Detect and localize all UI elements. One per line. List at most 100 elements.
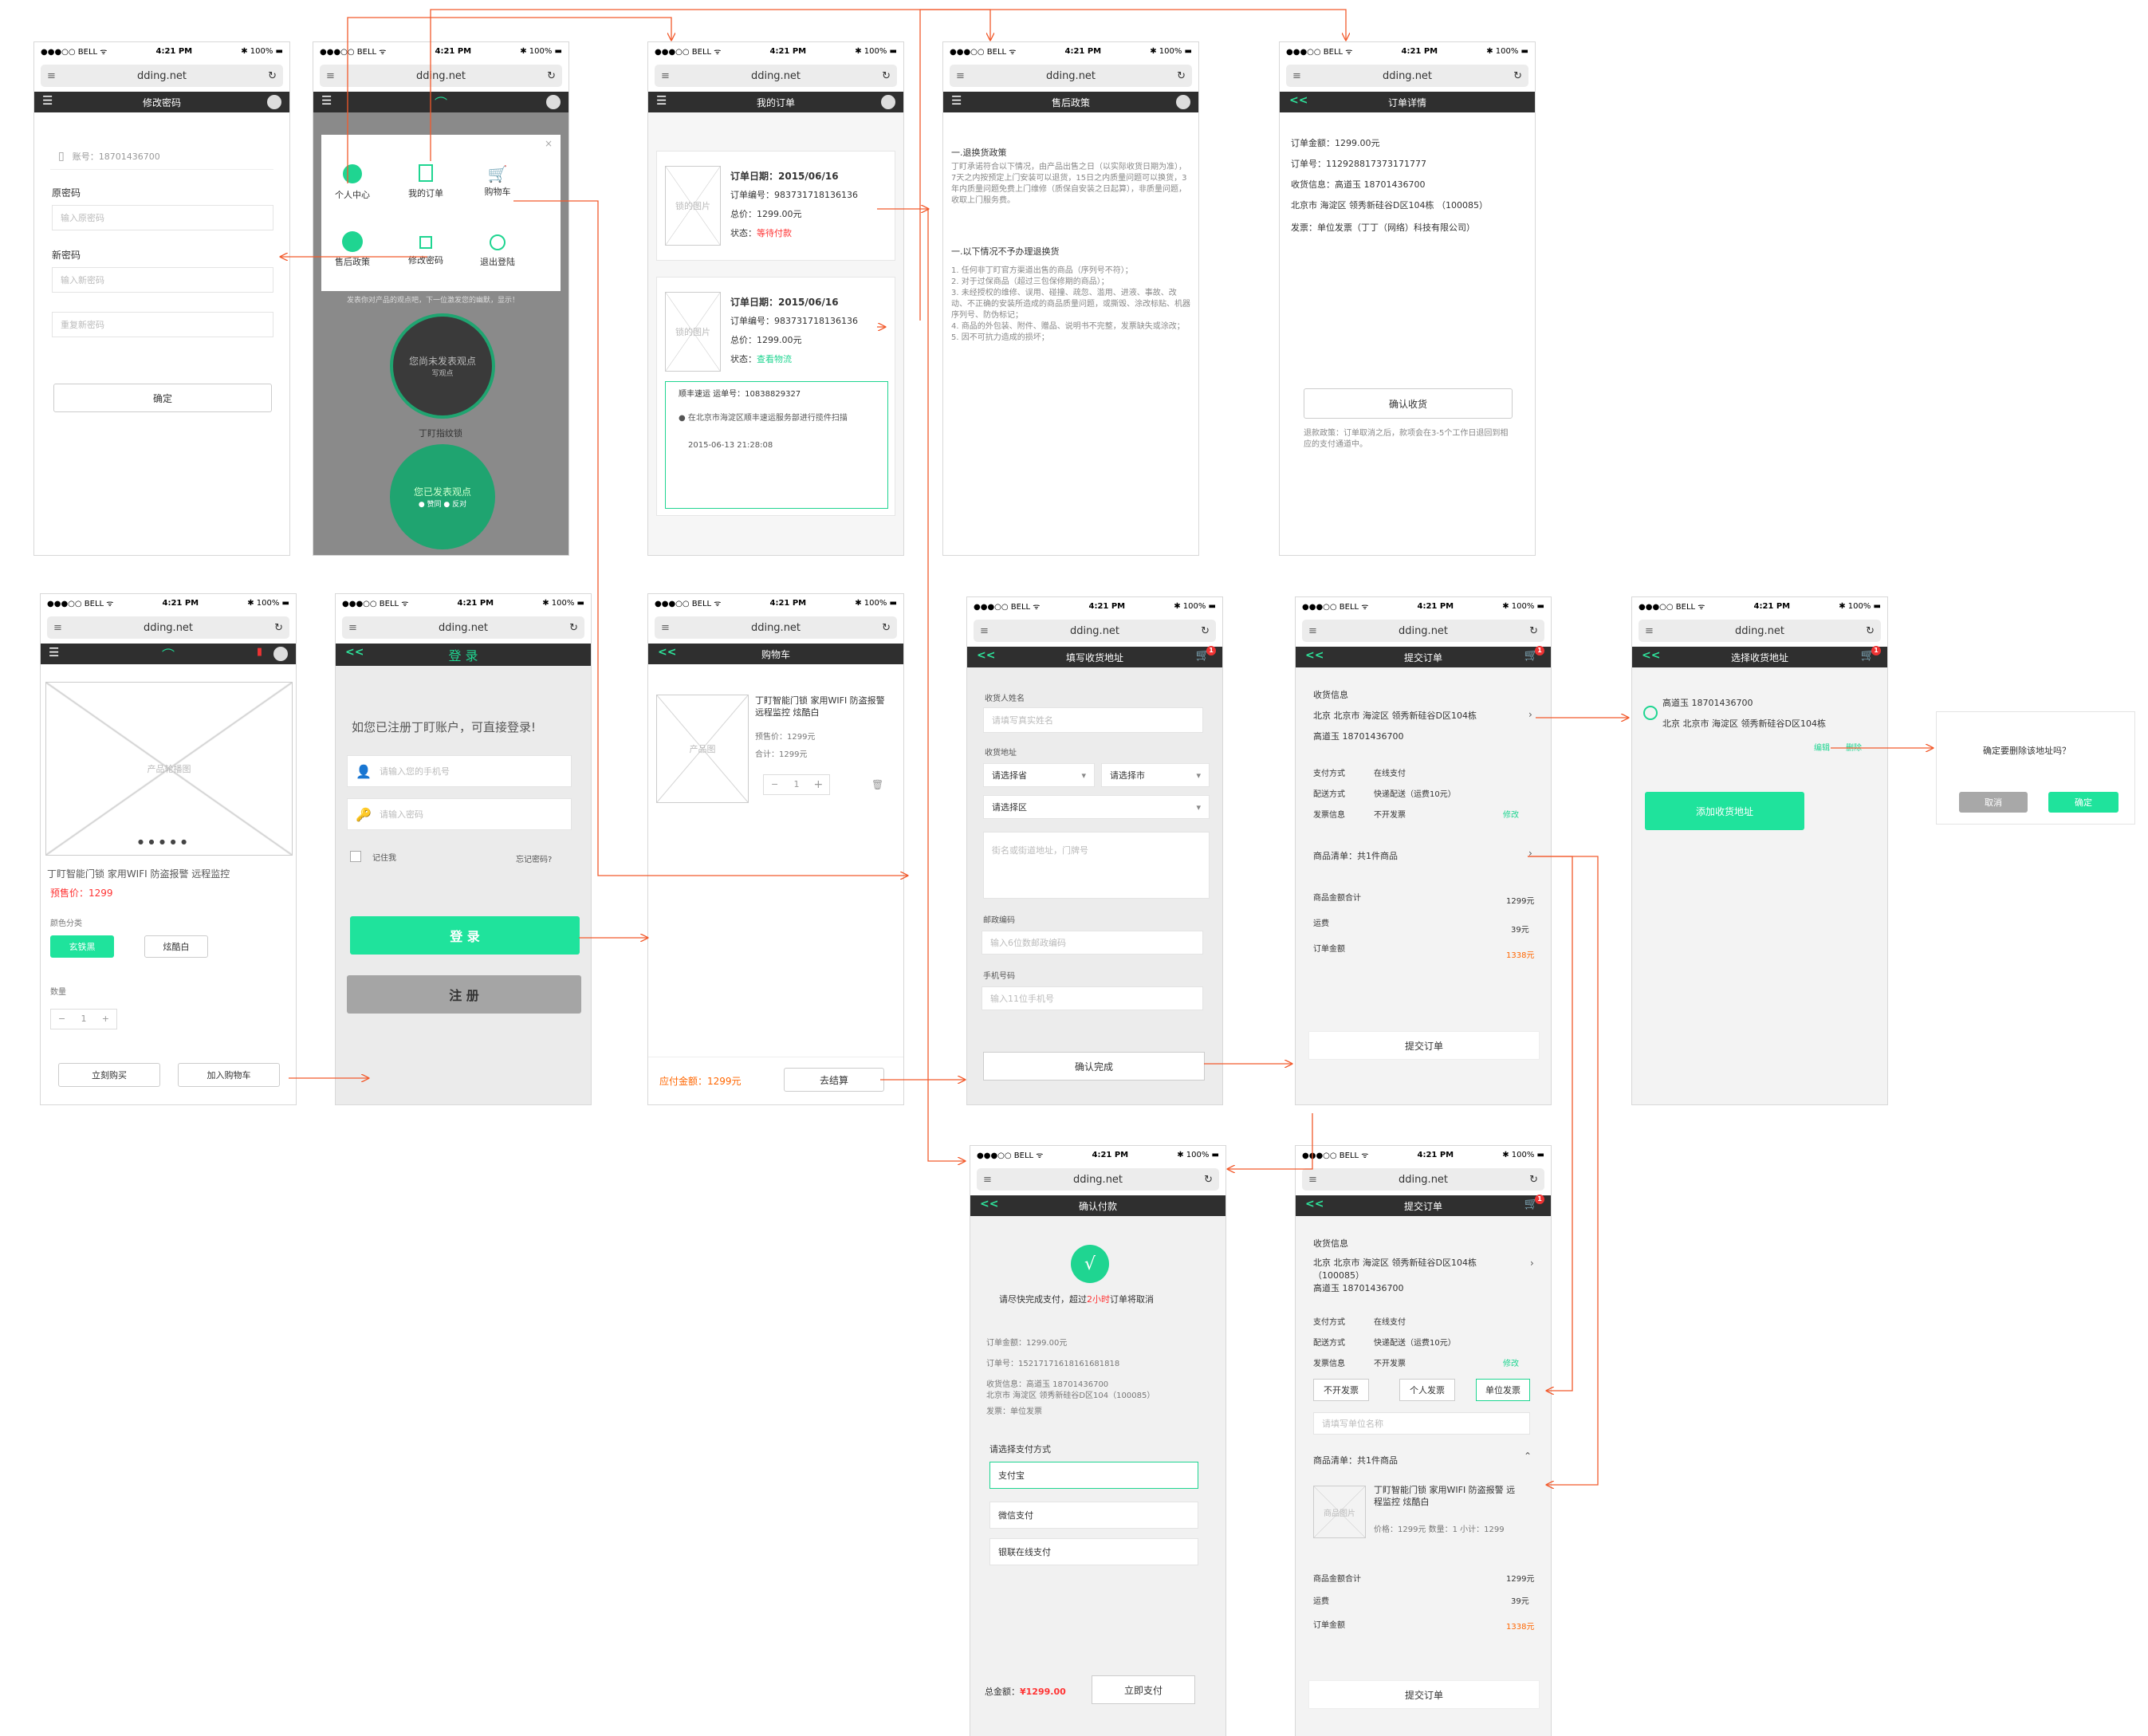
refresh-icon[interactable]: ↻	[1529, 625, 1538, 637]
refresh-icon[interactable]: ↻	[569, 622, 578, 634]
cart-icon[interactable]: 🛒 1	[1196, 646, 1216, 662]
pay-option-wechat[interactable]: 微信支付	[989, 1502, 1198, 1529]
back-icon[interactable]: <<	[1305, 1198, 1324, 1210]
add-to-cart-button[interactable]: 加入购物车	[178, 1063, 280, 1087]
refresh-icon[interactable]: ↻	[882, 622, 891, 634]
color-option-white[interactable]: 炫酷白	[144, 935, 208, 958]
zip-input[interactable]: 输入6位数邮政编码	[982, 931, 1203, 955]
back-icon[interactable]: <<	[1305, 649, 1324, 662]
carousel-dots[interactable]: ● ● ● ● ●	[138, 838, 188, 845]
back-icon[interactable]: <<	[1289, 94, 1308, 107]
trash-icon[interactable]: 🗑	[871, 779, 883, 790]
reader-icon[interactable]: ≡	[980, 625, 989, 637]
menu-icon[interactable]: ☰	[42, 93, 53, 108]
refresh-icon[interactable]: ↻	[1177, 70, 1186, 82]
reader-icon[interactable]: ≡	[326, 70, 335, 82]
back-icon[interactable]: <<	[980, 1198, 998, 1210]
pay-option-alipay[interactable]: 支付宝	[989, 1462, 1198, 1489]
receiver-address[interactable]: 北京 北京市 海淀区 领秀新硅谷D区104栋	[1313, 709, 1477, 722]
plus-button[interactable]: +	[95, 1010, 116, 1029]
close-icon[interactable]: ×	[545, 138, 553, 149]
cart-icon[interactable]: ▮	[257, 646, 262, 658]
reader-icon[interactable]: ≡	[53, 622, 62, 634]
refresh-icon[interactable]: ↻	[1513, 70, 1522, 82]
menu-icon[interactable]: ☰	[951, 93, 962, 108]
quantity-stepper[interactable]: −1 +	[50, 1009, 117, 1029]
radio-button[interactable]	[1643, 706, 1658, 720]
url-field[interactable]: ≡ dding.net ↻	[655, 65, 897, 87]
order-card-2[interactable]: 锁的图片 订单日期：2015/06/16 订单编号：98373171813613…	[656, 277, 895, 516]
order-card-1[interactable]: 锁的图片 订单日期：2015/06/16 订单编号：98373171813613…	[656, 151, 895, 261]
invoice-option-none[interactable]: 不开发票	[1313, 1379, 1369, 1401]
bubble-text[interactable]: 您尚未发表观点	[409, 354, 476, 368]
street-input[interactable]: 街名或街道地址，门牌号	[983, 832, 1210, 899]
buy-now-button[interactable]: 立刻购买	[58, 1063, 160, 1087]
track-link[interactable]: 查看物流	[757, 354, 792, 364]
menu-icon[interactable]: ☰	[656, 93, 667, 108]
add-address-button[interactable]: 添加收货地址	[1645, 792, 1804, 830]
color-option-black[interactable]: 玄铁黑	[50, 935, 114, 958]
receiver-name-input[interactable]: 请填写真实姓名	[983, 707, 1203, 733]
pay-now-button[interactable]: 立即支付	[1092, 1675, 1195, 1704]
url-field[interactable]: ≡ dding.net ↻	[974, 620, 1216, 642]
receiver-address[interactable]: 北京 北京市 海淀区 领秀新硅谷D区104栋	[1313, 1256, 1477, 1269]
confirm-button[interactable]: 确定	[53, 384, 272, 412]
url-field[interactable]: ≡ dding.net ↻	[320, 65, 562, 87]
avatar-icon[interactable]	[273, 647, 288, 661]
invoice-option-personal[interactable]: 个人发票	[1399, 1379, 1455, 1401]
carousel-image[interactable]: 产品轮播图	[45, 682, 293, 856]
chevron-right-icon[interactable]: ›	[1528, 848, 1532, 859]
menu-item-cart[interactable]: 🛒 购物车	[475, 164, 520, 198]
url-field[interactable]: ≡ dding.net ↻	[655, 616, 897, 639]
reader-icon[interactable]: ≡	[1645, 625, 1654, 637]
url-field[interactable]: ≡ dding.net ↻	[950, 65, 1192, 87]
menu-icon[interactable]: ☰	[321, 93, 332, 108]
forgot-password-link[interactable]: 忘记密码?	[516, 852, 552, 864]
reader-icon[interactable]: ≡	[983, 1174, 992, 1186]
avatar-icon[interactable]	[267, 95, 281, 109]
refresh-icon[interactable]: ↻	[547, 70, 556, 82]
refresh-icon[interactable]: ↻	[268, 70, 277, 82]
menu-item-orders[interactable]: 我的订单	[403, 164, 448, 199]
done-button[interactable]: 确认完成	[983, 1052, 1205, 1081]
phone-input[interactable]: 输入11位手机号	[982, 986, 1203, 1010]
bubble-text[interactable]: 您已发表观点	[414, 485, 471, 498]
refresh-icon[interactable]: ↻	[1201, 625, 1210, 637]
login-button[interactable]: 登 录	[350, 916, 580, 955]
plus-button[interactable]: +	[808, 775, 829, 794]
company-name-input[interactable]: 请填写单位名称	[1313, 1412, 1530, 1435]
dialog-cancel-button[interactable]: 取消	[1959, 792, 2028, 813]
back-icon[interactable]: <<	[658, 646, 676, 659]
goods-list-row[interactable]: 商品清单：共1件商品	[1313, 1454, 1398, 1466]
url-field[interactable]: ≡ dding.net ↻	[342, 616, 584, 639]
province-select[interactable]: 请选择省 ▾	[983, 763, 1095, 787]
submit-order-button[interactable]: 提交订单	[1308, 1680, 1540, 1709]
goods-list-row[interactable]: 商品清单：共1件商品	[1313, 849, 1398, 862]
pay-option-unionpay[interactable]: 银联在线支付	[989, 1538, 1198, 1565]
avatar-icon[interactable]	[881, 95, 895, 109]
dialog-confirm-button[interactable]: 确定	[2048, 792, 2118, 813]
password-input[interactable]: 🔑 请输入密码	[347, 798, 572, 830]
logo-icon[interactable]: ⌒	[435, 93, 447, 112]
back-icon[interactable]: <<	[345, 646, 364, 659]
minus-button[interactable]: −	[764, 775, 785, 794]
url-field[interactable]: ≡ dding.net ↻	[977, 1168, 1219, 1191]
cart-icon[interactable]: 🛒 1	[1524, 646, 1544, 662]
reader-icon[interactable]: ≡	[956, 70, 965, 82]
avatar-icon[interactable]	[1176, 95, 1190, 109]
chevron-right-icon[interactable]: ›	[1528, 709, 1532, 720]
back-icon[interactable]: <<	[1642, 649, 1660, 662]
refresh-icon[interactable]: ↻	[1866, 625, 1875, 637]
reader-icon[interactable]: ≡	[1308, 1174, 1317, 1186]
url-field[interactable]: ≡ dding.net ↻	[1639, 620, 1881, 642]
checkout-button[interactable]: 去结算	[784, 1068, 884, 1092]
menu-item-password[interactable]: 修改密码	[403, 233, 448, 266]
edit-address-link[interactable]: 编辑	[1814, 741, 1830, 753]
refresh-icon[interactable]: ↻	[1204, 1174, 1213, 1186]
cart-icon[interactable]: 🛒 1	[1524, 1195, 1544, 1210]
delete-address-link[interactable]: 删除	[1846, 741, 1862, 753]
back-icon[interactable]: <<	[977, 649, 995, 662]
chevron-right-icon[interactable]: ›	[1530, 1258, 1534, 1269]
new-password-input[interactable]: 输入新密码	[52, 267, 273, 293]
reader-icon[interactable]: ≡	[47, 70, 56, 82]
